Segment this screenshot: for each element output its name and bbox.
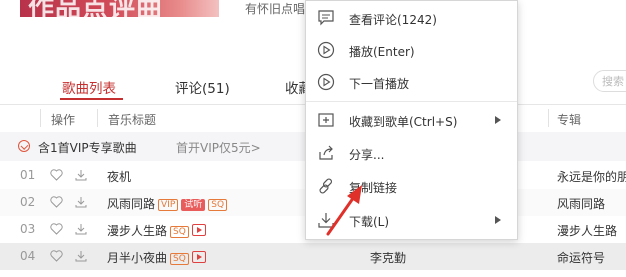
track-album[interactable]: 漫步人生路	[557, 222, 617, 239]
comment-icon	[318, 10, 334, 26]
track-title: 漫步人生路	[107, 224, 168, 238]
submenu-arrow-icon	[495, 116, 501, 124]
download-icon[interactable]	[75, 223, 87, 235]
track-title: 夜机	[107, 170, 132, 184]
menu-item-play[interactable]: 播放(Enter)	[306, 34, 517, 66]
download-icon[interactable]	[75, 196, 87, 208]
track-title-group: 漫步人生路 SQ	[107, 222, 206, 239]
search-input[interactable]: 搜索	[593, 70, 626, 92]
track-number: 04	[20, 249, 36, 263]
cover-text: 作品点评曲	[28, 0, 164, 17]
menu-item-play-next[interactable]: 下一首播放	[306, 66, 517, 98]
like-heart-icon[interactable]	[50, 169, 63, 181]
like-heart-icon[interactable]	[50, 223, 63, 235]
sq-badge: SQ	[170, 253, 189, 265]
menu-item-label: 播放(Enter)	[349, 45, 415, 59]
menu-item-label: 下一首播放	[349, 77, 410, 91]
play-next-icon	[317, 73, 335, 91]
menu-item-label: 收藏到歌单(Ctrl+S)	[349, 115, 458, 129]
sq-badge: SQ	[208, 199, 228, 211]
vip-banner-text: 含1首VIP专享歌曲	[38, 141, 137, 155]
playlist-cover[interactable]: 作品点评曲	[20, 0, 219, 17]
column-album[interactable]: 专辑	[557, 111, 581, 128]
track-album[interactable]: 风雨同路	[557, 195, 605, 212]
vip-offer-link[interactable]: 首开VIP仅5元>	[176, 139, 261, 156]
play-icon	[317, 41, 335, 59]
column-op: 操作	[51, 113, 76, 127]
add-to-playlist-icon	[318, 113, 334, 127]
download-icon[interactable]	[75, 250, 87, 262]
tab-song-list[interactable]: 歌曲列表	[62, 77, 116, 97]
column-separator	[97, 109, 98, 127]
trial-badge: 试听	[181, 199, 206, 211]
annotation-arrow-icon	[326, 185, 362, 236]
submenu-arrow-icon	[495, 216, 501, 224]
share-icon	[319, 145, 333, 160]
active-tab-indicator	[60, 98, 123, 100]
track-singer[interactable]: 李克勤	[370, 249, 406, 266]
menu-item-view-comments[interactable]: 查看评论(1242)	[306, 2, 517, 34]
like-heart-icon[interactable]	[50, 196, 63, 208]
track-title: 月半小夜曲	[107, 251, 168, 265]
track-album[interactable]: 永远是你的朋	[557, 168, 626, 185]
menu-item-label: 分享...	[349, 148, 385, 162]
track-number: 01	[20, 168, 36, 182]
playlist-description: 有怀旧点唱	[245, 2, 306, 16]
menu-item-label: 查看评论(1242)	[349, 13, 437, 27]
tab-comments[interactable]: 评论(51)	[175, 77, 230, 97]
track-title: 风雨同路	[107, 197, 156, 211]
menu-divider	[306, 101, 517, 102]
column-separator	[40, 109, 41, 127]
mv-play-icon[interactable]	[191, 224, 206, 236]
track-number: 02	[20, 195, 36, 209]
download-icon[interactable]	[75, 169, 87, 181]
menu-item-share[interactable]: 分享...	[306, 137, 517, 169]
like-heart-icon[interactable]	[50, 250, 63, 262]
column-separator	[548, 109, 549, 127]
track-album[interactable]: 命运符号	[557, 249, 605, 266]
track-title-group: 风雨同路 VIP 试听 SQ	[107, 195, 228, 212]
vip-badge: VIP	[158, 199, 179, 211]
table-row[interactable]: 04 月半小夜曲 SQ 李克勤 命运符号	[0, 243, 626, 270]
column-title[interactable]: 音乐标题	[108, 111, 156, 128]
menu-item-add-to-playlist[interactable]: 收藏到歌单(Ctrl+S)	[306, 104, 517, 136]
track-number: 03	[20, 222, 36, 236]
vip-icon	[18, 140, 30, 152]
sq-badge: SQ	[170, 226, 189, 238]
mv-play-icon[interactable]	[191, 251, 206, 263]
track-title-group: 月半小夜曲 SQ	[107, 249, 206, 266]
